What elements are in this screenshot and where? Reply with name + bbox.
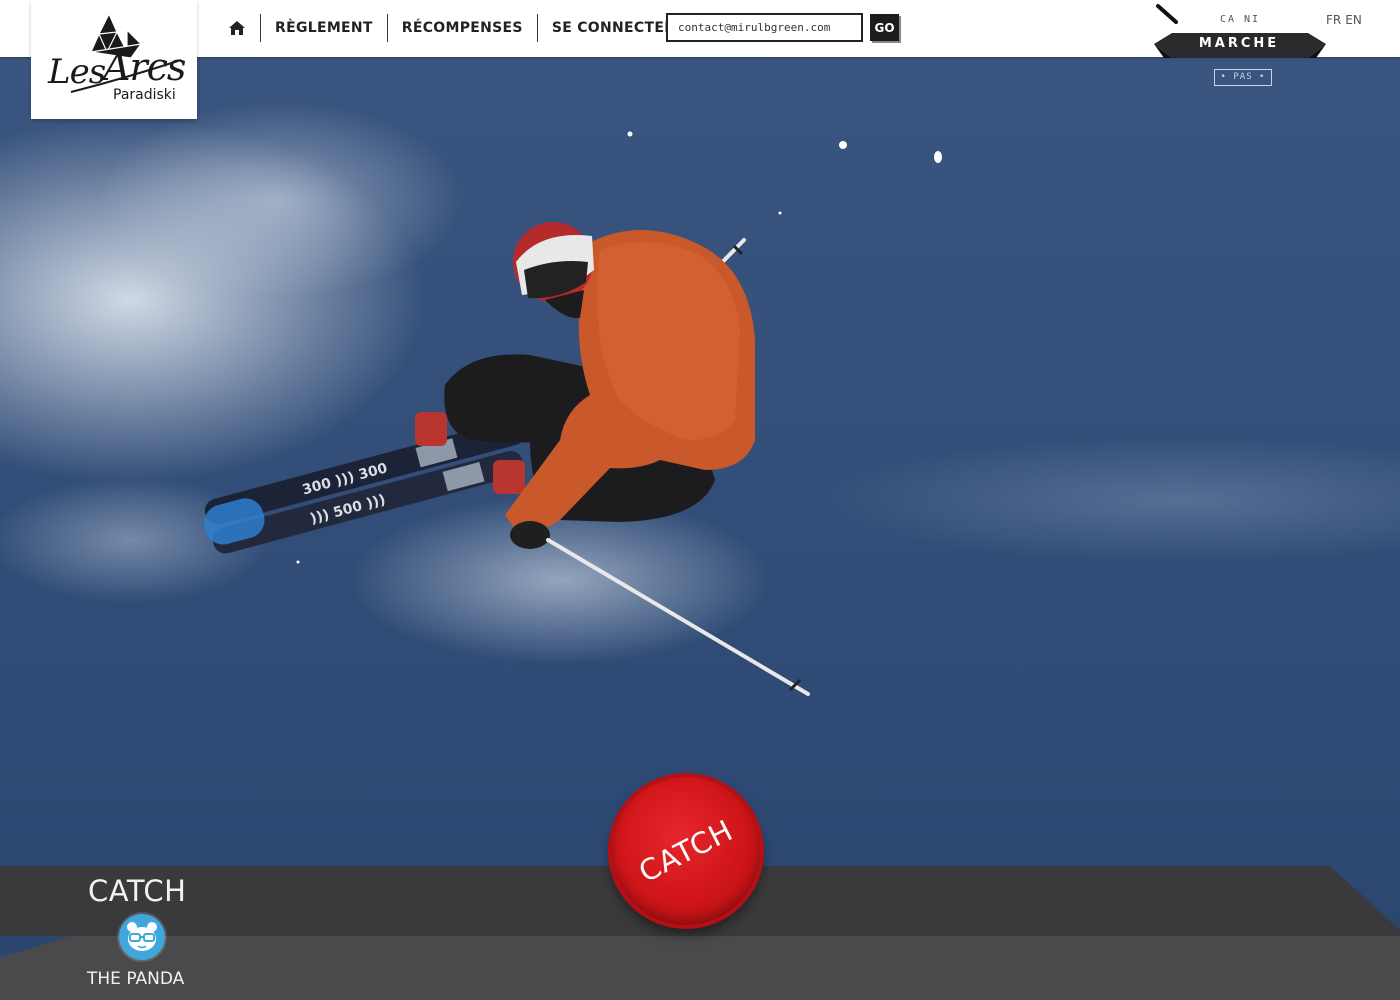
go-button[interactable]: GO <box>870 14 899 41</box>
nav-item-se-connecter[interactable]: SE CONNECTER <box>546 20 681 36</box>
badge-sub-label: • PAS • <box>1214 69 1272 86</box>
logo-word-arcs: Arcs <box>103 45 186 89</box>
les-arcs-logo[interactable]: Les Arcs Paradiski <box>31 0 197 119</box>
trick-category-title: CATCH <box>88 874 187 908</box>
lang-fr[interactable]: FR <box>1326 13 1341 27</box>
badge-ribbon-label: MARCHE <box>1198 36 1280 51</box>
email-field[interactable] <box>666 13 863 42</box>
nav-divider <box>260 14 261 42</box>
nav-item-recompenses[interactable]: RÉCOMPENSES <box>396 20 529 36</box>
nav-item-reglement[interactable]: RÈGLEMENT <box>269 20 379 36</box>
home-icon <box>229 21 245 35</box>
language-switcher: FR EN <box>1326 13 1362 27</box>
catch-button[interactable]: CATCH <box>612 777 760 925</box>
main-nav: RÈGLEMENT RÉCOMPENSES SE CONNECTER <box>222 13 681 43</box>
nav-divider <box>536 14 538 42</box>
lang-en[interactable]: EN <box>1345 13 1362 27</box>
logo-subtitle: Paradiski <box>113 87 176 103</box>
nav-divider <box>386 14 388 42</box>
logo-word-les: Les <box>48 52 106 92</box>
trick-name-label: THE PANDA <box>87 969 185 989</box>
badge-top-text: CA NI <box>1219 14 1261 25</box>
panda-avatar <box>119 914 165 960</box>
campaign-badge[interactable]: CA NI MARCHE • PAS • <box>1150 0 1330 100</box>
panda-icon <box>127 922 157 951</box>
home-button[interactable] <box>222 13 252 43</box>
